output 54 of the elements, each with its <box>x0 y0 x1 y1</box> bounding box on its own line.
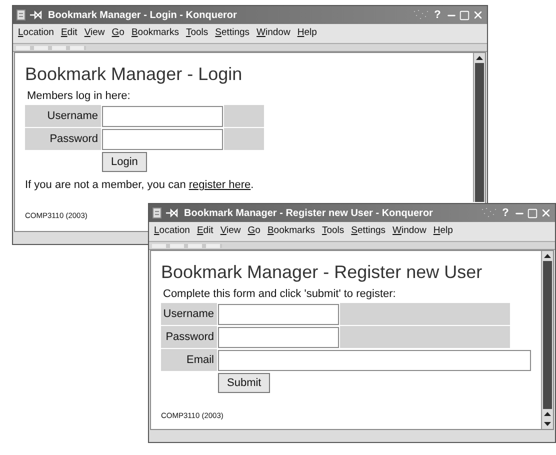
password-input-field[interactable] <box>102 128 223 150</box>
scroll-thumb[interactable] <box>543 261 552 409</box>
intro-text: Members log in here: <box>27 88 132 104</box>
field-label: Password <box>161 326 217 348</box>
username-input-field[interactable] <box>218 304 339 324</box>
menu-item[interactable]: Settings <box>351 224 386 239</box>
menu-item[interactable]: Location <box>18 26 54 41</box>
document-icon <box>16 9 27 21</box>
maximize-icon[interactable] <box>459 10 470 20</box>
field-label: Username <box>161 303 217 325</box>
window-title: Bookmark Manager - Register new User - Konqueror <box>184 206 433 220</box>
menu-item[interactable]: Bookmarks <box>267 224 315 239</box>
field-label: Password <box>25 128 101 150</box>
scrollbar[interactable] <box>541 251 553 429</box>
field-label: Username <box>25 105 101 127</box>
menu-item[interactable]: Bookmarks <box>131 26 179 41</box>
help-button[interactable]: ? <box>499 208 512 218</box>
maximize-icon[interactable] <box>527 208 538 218</box>
help-button[interactable]: ? <box>431 10 444 20</box>
menu-item[interactable]: Help <box>297 26 317 41</box>
password-input-field[interactable] <box>218 326 339 348</box>
menu-item[interactable]: Tools <box>322 224 344 239</box>
menu-item[interactable]: Help <box>433 224 453 239</box>
menu-item[interactable]: Location <box>154 224 190 239</box>
scrollbar[interactable] <box>473 53 485 202</box>
menu-item[interactable]: Window <box>256 26 290 41</box>
scroll-thumb[interactable] <box>475 63 484 202</box>
menu-item[interactable]: View <box>84 26 105 41</box>
page-heading: Bookmark Manager - Login <box>25 63 244 86</box>
toolbar-handle[interactable] <box>16 46 86 50</box>
menu-item[interactable]: Tools <box>186 26 208 41</box>
toolbar-handle[interactable] <box>152 244 222 248</box>
register-link[interactable]: register here <box>188 179 251 191</box>
close-icon[interactable] <box>472 9 484 21</box>
menu-item[interactable]: Edit <box>60 26 78 41</box>
intro-text: Complete this form and click 'submit' to register: <box>163 286 397 302</box>
pin-icon[interactable] <box>165 208 179 218</box>
menu-item[interactable]: Window <box>392 224 426 239</box>
menu-item[interactable]: View <box>220 224 241 239</box>
document-icon <box>152 207 163 219</box>
menu-item[interactable]: Settings <box>215 26 250 41</box>
close-icon[interactable] <box>540 207 552 219</box>
pin-icon[interactable] <box>29 10 43 20</box>
field-label: Email <box>161 349 217 371</box>
page-heading: Bookmark Manager - Register new User <box>161 261 484 284</box>
username-input-field[interactable] <box>102 106 223 126</box>
menu-item[interactable]: Go <box>112 26 124 41</box>
register-prompt: If you are not a member, you can register here. <box>25 178 255 193</box>
window-title: Bookmark Manager - Login - Konqueror <box>48 8 237 22</box>
submit-button[interactable]: Login <box>102 152 147 172</box>
menu-item[interactable]: Edit <box>196 224 214 239</box>
submit-button[interactable]: Submit <box>218 373 270 393</box>
menu-item[interactable]: Go <box>248 224 260 239</box>
email-input-field[interactable] <box>218 350 531 370</box>
